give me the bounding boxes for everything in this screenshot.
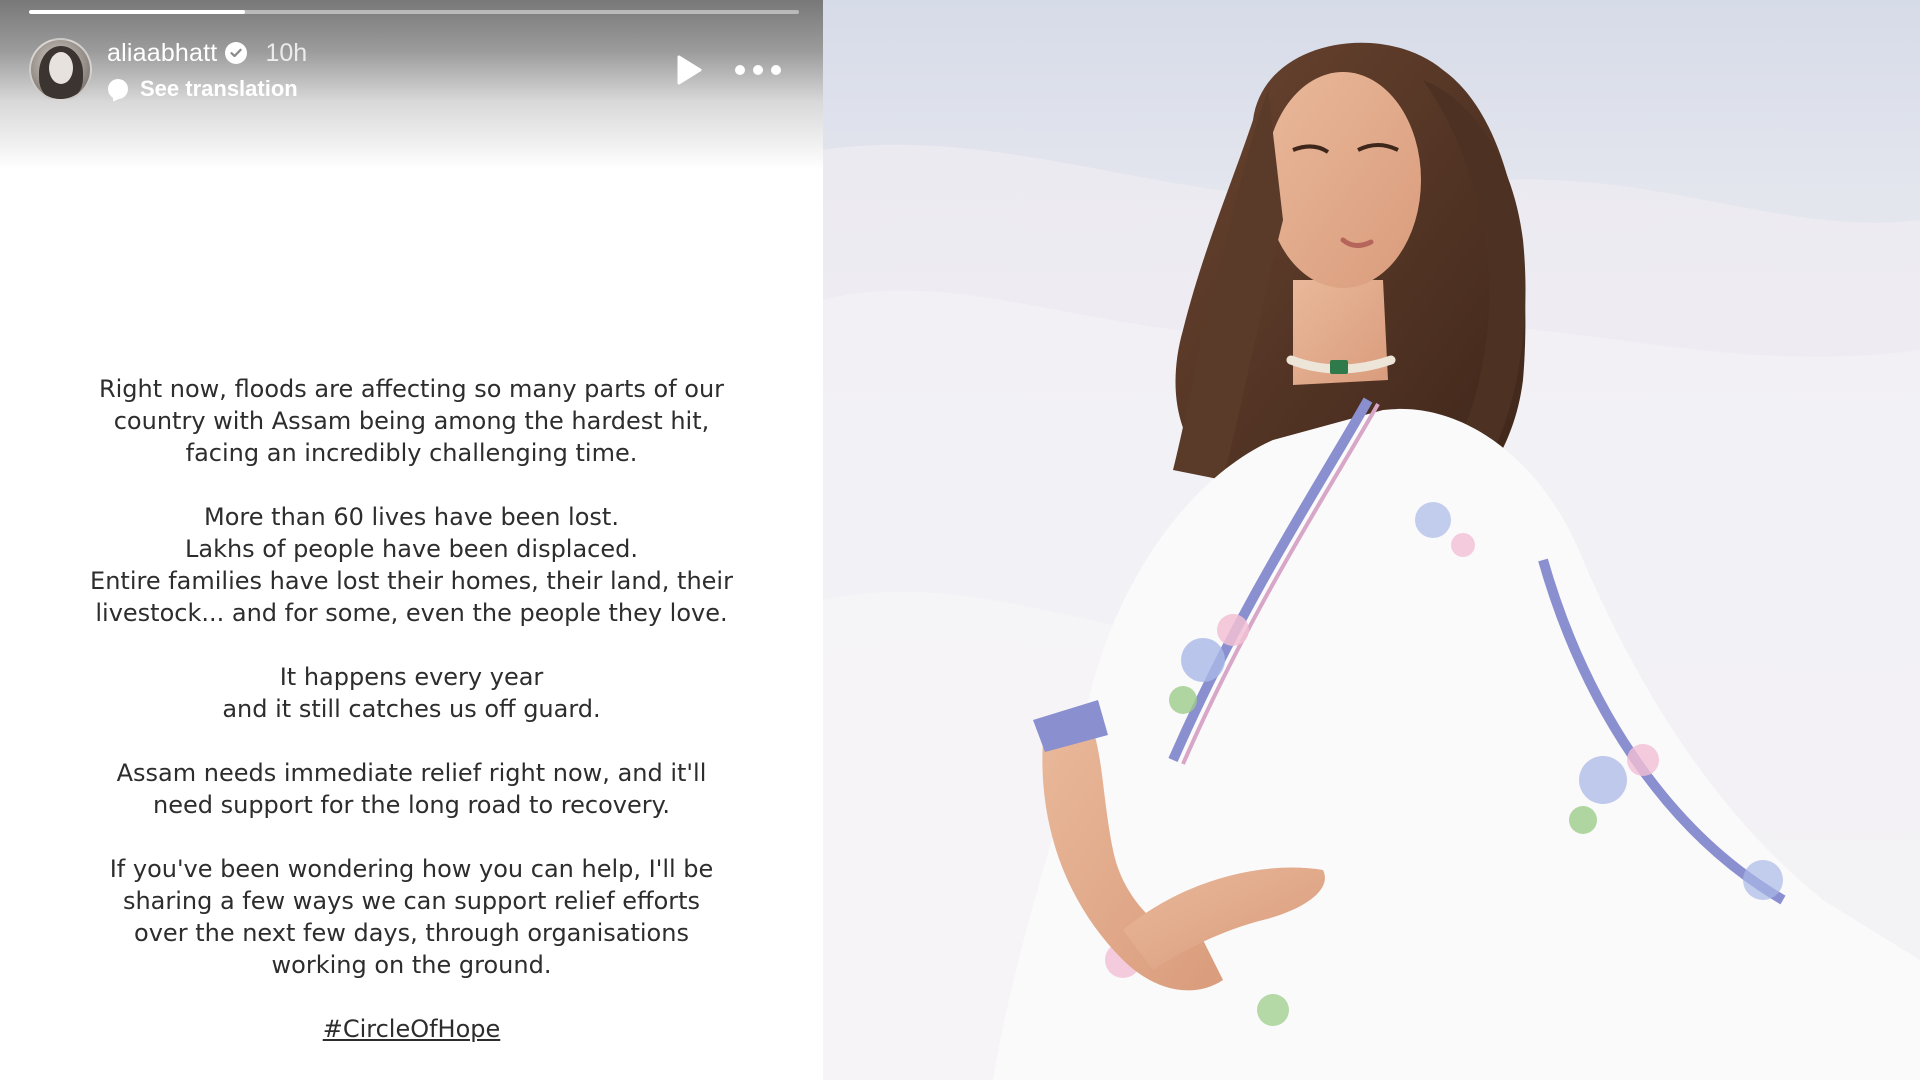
story-comparison-view: aliaabhatt 10h See translation Right now… bbox=[0, 0, 1920, 1080]
see-translation-link[interactable]: See translation bbox=[108, 76, 298, 102]
story-text-line: sharing a few ways we can support relief… bbox=[122, 887, 701, 915]
story-paragraph: If you've been wondering how you can hel… bbox=[40, 853, 783, 981]
story-panel[interactable]: aliaabhatt 10h See translation Right now… bbox=[0, 0, 823, 1080]
story-text-line: livestock... and for some, even the peop… bbox=[95, 599, 728, 627]
more-options-icon-dot bbox=[735, 65, 745, 75]
story-text-line: country with Assam being among the harde… bbox=[113, 407, 710, 435]
more-options-icon-dot bbox=[771, 65, 781, 75]
story-text-line: Entire families have lost their homes, t… bbox=[90, 567, 733, 595]
play-icon bbox=[677, 55, 702, 85]
story-progress-fill bbox=[29, 10, 245, 14]
story-paragraph: Assam needs immediate relief right now, … bbox=[40, 757, 783, 821]
story-hashtag-row: #CircleOfHope bbox=[40, 1013, 783, 1045]
verified-badge-icon bbox=[225, 42, 248, 64]
username[interactable]: aliaabhatt bbox=[107, 39, 217, 68]
more-options-button[interactable] bbox=[735, 56, 781, 84]
story-text-line: It happens every year bbox=[279, 663, 544, 691]
avatar-face bbox=[49, 52, 73, 84]
story-text-line: need support for the long road to recove… bbox=[153, 791, 670, 819]
story-text-line: Right now, floods are affecting so many … bbox=[98, 375, 725, 403]
portrait-photo bbox=[823, 0, 1920, 1080]
avatar[interactable] bbox=[29, 38, 92, 101]
story-text-line: and it still catches us off guard. bbox=[222, 695, 601, 723]
choker-pendant bbox=[1330, 360, 1348, 374]
story-paragraph: Right now, floods are affecting so many … bbox=[40, 373, 783, 469]
play-button[interactable] bbox=[672, 54, 704, 86]
story-text-line: More than 60 lives have been lost. bbox=[204, 503, 619, 531]
story-timestamp: 10h bbox=[265, 38, 308, 67]
story-text-line: Assam needs immediate relief right now, … bbox=[116, 759, 707, 787]
speech-bubble-icon bbox=[108, 79, 128, 99]
story-progress-bar bbox=[29, 10, 799, 14]
story-paragraph: It happens every year and it still catch… bbox=[40, 661, 783, 725]
more-options-icon-dot bbox=[753, 65, 763, 75]
hashtag-link[interactable]: #CircleOfHope bbox=[323, 1013, 501, 1045]
face bbox=[1265, 72, 1421, 288]
story-text-line: If you've been wondering how you can hel… bbox=[109, 855, 714, 883]
story-user-row: aliaabhatt 10h bbox=[107, 38, 307, 68]
story-text-line: over the next few days, through organisa… bbox=[134, 919, 689, 947]
story-text-body: Right now, floods are affecting so many … bbox=[40, 373, 783, 1077]
story-text-line: Lakhs of people have been displaced. bbox=[184, 535, 639, 563]
story-paragraph: More than 60 lives have been lost. Lakhs… bbox=[40, 501, 783, 629]
see-translation-label[interactable]: See translation bbox=[140, 76, 298, 102]
story-text-line: working on the ground. bbox=[271, 951, 552, 979]
story-text-line: facing an incredibly challenging time. bbox=[185, 439, 638, 467]
portrait-illustration bbox=[823, 42, 1920, 1080]
